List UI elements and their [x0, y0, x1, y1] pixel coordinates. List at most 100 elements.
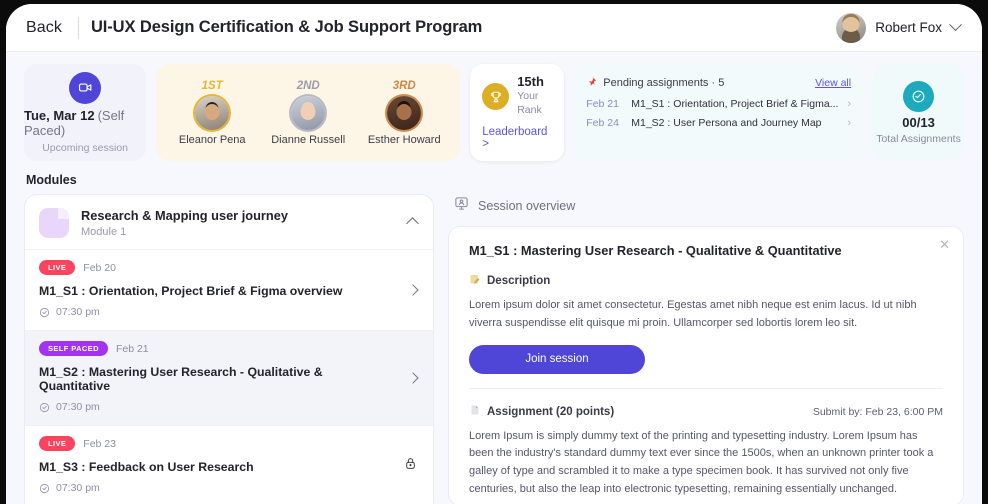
module-subtitle: Module 1: [81, 226, 127, 238]
chevron-right-icon[interactable]: [407, 372, 419, 384]
pending-text: M1_S2 : User Persona and Journey Map: [631, 117, 822, 129]
session-row[interactable]: SELF PACED Feb 21 M1_S2 : Mastering User…: [25, 330, 433, 425]
session-time-text: 07:30 pm: [56, 401, 100, 413]
chevron-right-icon[interactable]: [407, 284, 419, 296]
module-header[interactable]: Research & Mapping user journey Module 1: [25, 195, 433, 249]
session-time: 07:30 pm: [39, 306, 417, 318]
rank-summary: 15th Your Rank: [482, 74, 552, 117]
session-meta: LIVE Feb 20: [39, 260, 417, 275]
pending-text: M1_S1 : Orientation, Project Brief & Fig…: [631, 98, 839, 110]
description-label: Description: [487, 275, 551, 287]
leaderboard-link[interactable]: Leaderboard >: [482, 126, 552, 150]
modules-section-label: Modules: [26, 173, 77, 187]
header-divider: [77, 16, 79, 39]
device-frame: Back UI-UX Design Certification & Job Su…: [0, 0, 988, 504]
assignment-label: Assignment (20 points): [487, 405, 615, 418]
clock-icon: [39, 483, 50, 493]
session-time: 07:30 pm: [39, 482, 417, 494]
session-time: 07:30 pm: [39, 401, 417, 413]
rank-caption: Your Rank: [517, 90, 542, 116]
chevron-right-icon[interactable]: ›: [847, 98, 851, 110]
status-badge: LIVE: [39, 260, 76, 275]
chevron-right-icon[interactable]: ›: [847, 117, 851, 129]
pending-date: Feb 21: [586, 98, 619, 110]
stats-row: Tue, Mar 12 (Self Paced) Upcoming session…: [24, 64, 964, 161]
page-icon: [469, 403, 481, 421]
pending-header: Pending assignments · 5 View all: [586, 74, 851, 92]
close-icon[interactable]: ✕: [939, 238, 950, 251]
page-body: Tue, Mar 12 (Self Paced) Upcoming session…: [6, 52, 982, 504]
session-time-text: 07:30 pm: [56, 482, 100, 494]
view-all-link[interactable]: View all: [815, 77, 851, 89]
session-row[interactable]: LIVE Feb 20 M1_S1 : Orientation, Project…: [25, 249, 433, 330]
app-header: Back UI-UX Design Certification & Job Su…: [6, 4, 982, 52]
modules-panel: Research & Mapping user journey Module 1…: [24, 194, 434, 504]
pending-date: Feb 24: [586, 117, 619, 129]
your-rank-card: 15th Your Rank Leaderboard >: [470, 64, 565, 161]
presentation-icon: [454, 196, 469, 216]
avatar: [836, 12, 867, 43]
session-date: Feb 23: [83, 437, 116, 450]
assignment-text: Lorem Ipsum is simply dummy text of the …: [469, 429, 934, 496]
session-date-line: Tue, Mar 12 (Self Paced): [24, 108, 146, 138]
content-panes: Research & Mapping user journey Module 1…: [24, 194, 964, 504]
total-caption: Total Assignments: [876, 132, 961, 145]
session-row[interactable]: LIVE Feb 23 M1_S3 : Feedback on User Res…: [25, 425, 433, 504]
pin-icon: [586, 74, 597, 92]
memo-icon: [469, 272, 481, 290]
trophy-icon: [482, 83, 510, 110]
avatar: [195, 95, 230, 130]
user-menu[interactable]: Robert Fox: [836, 12, 962, 43]
upcoming-session-card[interactable]: Tue, Mar 12 (Self Paced) Upcoming session: [24, 64, 147, 161]
assignment-icon: [903, 80, 935, 112]
leader-entry-1[interactable]: 1ST Eleanor Pena: [164, 80, 260, 146]
divider: [469, 387, 943, 389]
rank-value: 15th: [517, 74, 544, 90]
chevron-up-icon[interactable]: [406, 216, 419, 230]
overview-card: ✕ M1_S1 : Mastering User Research - Qual…: [448, 226, 964, 504]
chevron-down-icon[interactable]: [949, 18, 962, 32]
rank-label: 1ST: [201, 79, 223, 92]
video-camera-icon: [69, 71, 102, 104]
module-thumbnail: [39, 208, 69, 238]
overview-header: Session overview: [448, 194, 964, 226]
leader-name: Eleanor Pena: [178, 133, 246, 146]
leader-entry-3[interactable]: 3RD Esther Howard: [356, 80, 452, 146]
session-date: Feb 21: [115, 342, 149, 355]
pending-item[interactable]: Feb 21 M1_S1 : Orientation, Project Brie…: [586, 92, 851, 111]
avatar: [387, 95, 422, 130]
app-screen: Back UI-UX Design Certification & Job Su…: [6, 4, 982, 504]
leader-name: Dianne Russell: [271, 133, 346, 146]
submit-by: Submit by: Feb 23, 6:00 PM: [812, 405, 943, 418]
back-button[interactable]: Back: [18, 17, 70, 39]
join-session-button[interactable]: Join session: [469, 344, 645, 374]
clock-icon: [39, 307, 50, 317]
session-title: M1_S2 : Mastering User Research - Qualit…: [39, 365, 323, 393]
session-title: M1_S3 : Feedback on User Research: [39, 460, 254, 474]
description-text: Lorem ipsum dolor sit amet consectetur. …: [469, 299, 917, 329]
pending-item[interactable]: Feb 24 M1_S2 : User Persona and Journey …: [586, 111, 851, 130]
session-meta: LIVE Feb 23: [39, 436, 417, 451]
session-date: Feb 20: [83, 261, 116, 274]
total-assignments-card: 00/13 Total Assignments: [873, 64, 964, 161]
avatar: [291, 95, 326, 130]
session-title: M1_S1 : Orientation, Project Brief & Fig…: [39, 284, 343, 298]
assignment-header: Assignment (20 points) Submit by: Feb 23…: [469, 403, 943, 421]
rank-label: 3RD: [392, 79, 416, 92]
session-time-text: 07:30 pm: [56, 306, 100, 318]
session-date: Tue, Mar 12: [24, 107, 95, 123]
pending-title: Pending assignments · 5: [603, 77, 725, 89]
session-overview-panel: Session overview ✕ M1_S1 : Mastering Use…: [448, 194, 964, 504]
leader-name: Esther Howard: [367, 133, 441, 146]
session-subtitle: Upcoming session: [42, 141, 128, 154]
pending-assignments-card: Pending assignments · 5 View all Feb 21 …: [574, 64, 864, 161]
overview-title: M1_S1 : Mastering User Research - Qualit…: [469, 243, 842, 258]
total-value: 00/13: [902, 114, 935, 130]
module-name: Research & Mapping user journey: [81, 208, 288, 223]
description-header: Description: [469, 272, 943, 290]
rank-label: 2ND: [296, 79, 320, 92]
session-meta: SELF PACED Feb 21: [39, 341, 417, 356]
lock-icon: [404, 456, 417, 476]
page-title: UI-UX Design Certification & Job Support…: [90, 18, 483, 36]
leader-entry-2[interactable]: 2ND Dianne Russell: [260, 80, 356, 146]
